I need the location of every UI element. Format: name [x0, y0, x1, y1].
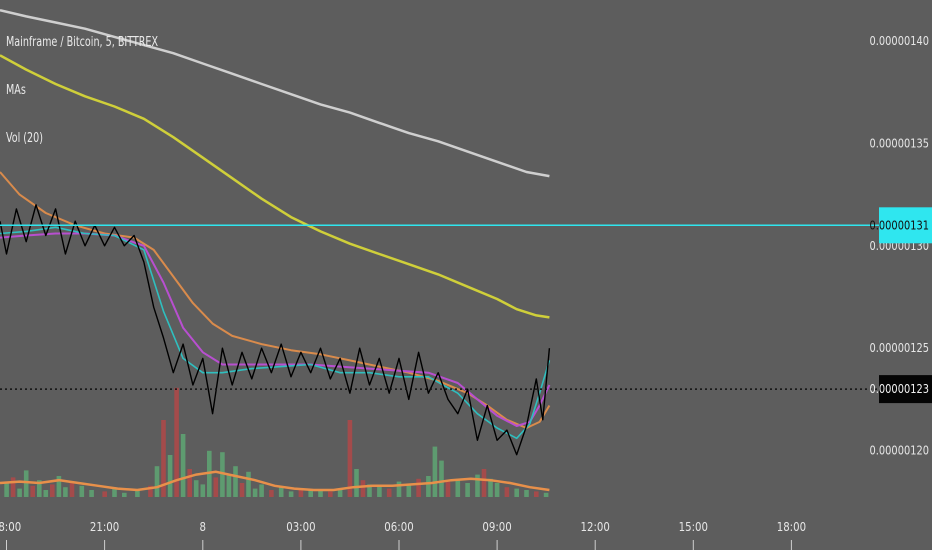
- volume-bar: [246, 471, 251, 497]
- volume-bar: [278, 487, 284, 497]
- chart-background: [0, 0, 932, 550]
- volume-bar: [328, 491, 333, 497]
- volume-bar: [167, 455, 173, 497]
- x-tick-label: 12:00: [581, 520, 610, 534]
- y-tick-label: 0.00000125: [870, 341, 929, 355]
- x-tick-label: 15:00: [679, 520, 708, 534]
- volume-bar: [481, 469, 487, 497]
- volume-bar: [43, 490, 49, 497]
- volume-bar: [79, 485, 85, 497]
- volume-bar: [406, 484, 412, 497]
- volume-bar: [543, 492, 549, 497]
- ma-indicator-label: MAs: [6, 83, 26, 98]
- volume-bar: [416, 478, 421, 497]
- volume-bar: [69, 481, 75, 497]
- volume-bar: [455, 480, 461, 497]
- volume-bar: [200, 484, 206, 497]
- volume-bar: [30, 485, 35, 497]
- volume-bar: [233, 466, 238, 497]
- volume-bar: [377, 485, 382, 497]
- volume-bar: [226, 474, 232, 497]
- last-price-label: 0.00000123: [870, 382, 929, 396]
- volume-bar: [524, 490, 529, 497]
- x-tick-label: 21:00: [90, 520, 119, 534]
- volume-bar: [360, 480, 366, 497]
- x-tick-label: 18:00: [777, 520, 806, 534]
- level-price-label: 0.00000131: [870, 218, 929, 232]
- volume-bar: [534, 491, 539, 497]
- y-tick-label: 0.00000135: [870, 136, 929, 150]
- x-tick-label: 03:00: [286, 520, 315, 534]
- volume-bar: [187, 469, 192, 497]
- volume-bar: [213, 477, 219, 497]
- volume-bar: [354, 469, 359, 497]
- volume-bar: [396, 481, 402, 497]
- volume-bar: [445, 481, 451, 497]
- volume-bar: [122, 492, 127, 497]
- volume-bar: [514, 488, 519, 497]
- volume-bar: [63, 487, 68, 497]
- volume-bar: [239, 483, 245, 497]
- volume-bar: [112, 488, 117, 497]
- volume-bar: [465, 483, 470, 497]
- volume-bar: [439, 460, 444, 497]
- y-tick-label: 0.00000120: [870, 444, 929, 458]
- volume-bar: [4, 483, 9, 497]
- volume-bar: [102, 491, 107, 497]
- volume-bar: [50, 484, 55, 497]
- volume-bar: [504, 487, 510, 497]
- chart-canvas: 0.000001400.000001350.000001300.00000125…: [0, 0, 932, 550]
- volume-bar: [347, 420, 353, 497]
- volume-bar: [288, 491, 294, 497]
- x-tick-label: 09:00: [482, 520, 511, 534]
- symbol-title: Mainframe / Bitcoin, 5, BITTREX: [6, 35, 159, 50]
- volume-bar: [426, 476, 431, 497]
- volume-bar: [193, 480, 199, 497]
- volume-bar: [252, 488, 258, 497]
- volume-bar: [259, 484, 264, 497]
- volume-bar: [23, 470, 29, 497]
- y-tick-label: 0.00000140: [870, 34, 929, 48]
- volume-bar: [494, 483, 500, 497]
- volume-bar: [386, 488, 392, 497]
- x-tick-label: 8: [200, 520, 206, 534]
- x-tick-label: 18:00: [0, 520, 21, 534]
- volume-bar: [180, 434, 186, 497]
- volume-bar: [269, 490, 274, 497]
- volume-indicator-label: Vol (20): [6, 131, 44, 146]
- volume-bar: [10, 477, 16, 497]
- volume-bar: [17, 488, 22, 497]
- volume-bar: [89, 490, 94, 497]
- x-tick-label: 06:00: [384, 520, 413, 534]
- volume-bar: [432, 446, 438, 497]
- volume-bar: [154, 466, 160, 497]
